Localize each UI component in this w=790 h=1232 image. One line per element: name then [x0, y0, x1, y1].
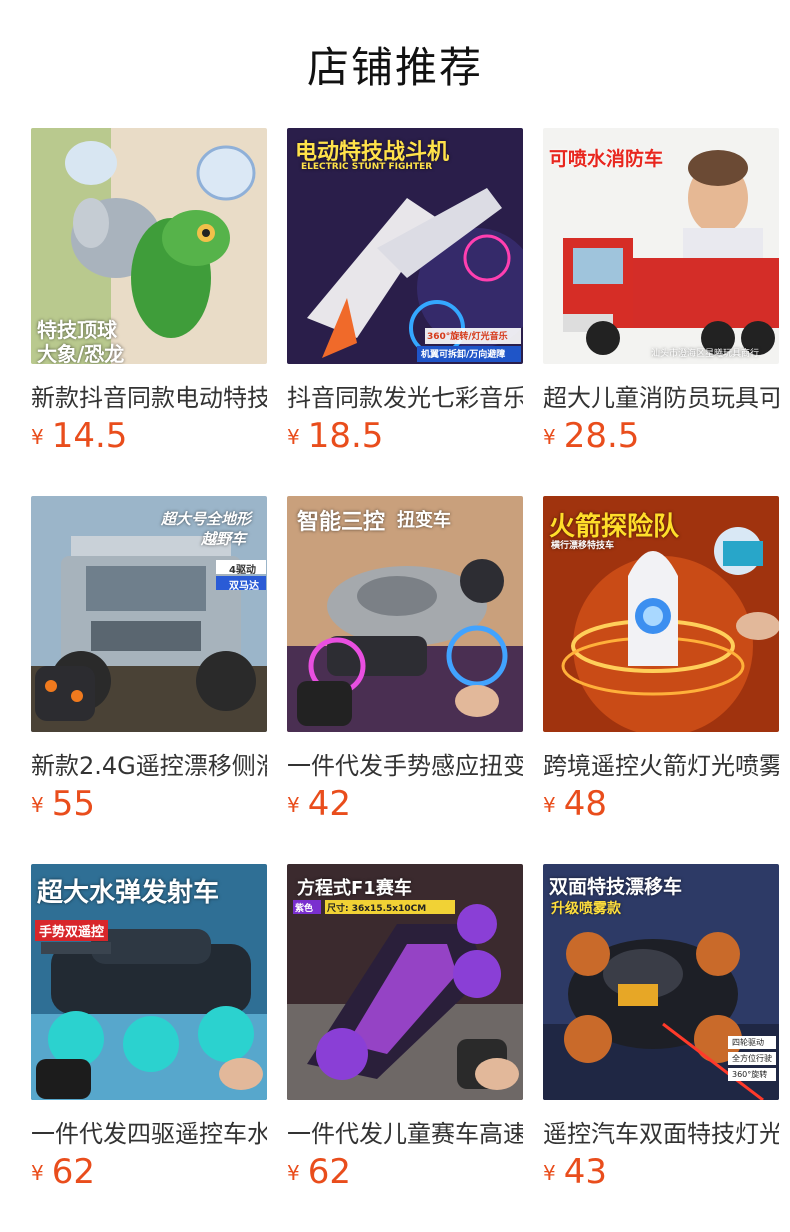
image-caption: 越野车	[201, 530, 247, 548]
product-price: ¥42	[287, 784, 351, 824]
image-caption: 手势双遥控	[35, 920, 109, 941]
product-card[interactable]: 电动特技战斗机 ELECTRIC STUNT FIGHTER 360°旋转/灯光…	[287, 128, 523, 456]
image-caption: 大象/恐龙	[37, 342, 125, 364]
product-price: ¥55	[31, 784, 95, 824]
product-card[interactable]: 超大水弹发射车 手势双遥控 一件代发四驱遥控车水弹发射 ¥62	[31, 864, 267, 1192]
price-value: 14.5	[51, 416, 128, 456]
currency-symbol: ¥	[543, 793, 556, 817]
currency-symbol: ¥	[543, 1161, 556, 1185]
currency-symbol: ¥	[31, 425, 44, 449]
product-card[interactable]: 特技顶球 大象/恐龙 新款抖音同款电动特技顶球大象恐龙 ¥14.5	[31, 128, 267, 456]
image-caption: 双面特技漂移车	[549, 876, 683, 898]
image-caption: 升级喷雾款	[551, 901, 621, 917]
product-card[interactable]: 智能三控 扭变车 一件代发手势感应扭变车遥控 ¥42	[287, 496, 523, 824]
currency-symbol: ¥	[287, 793, 300, 817]
image-caption: 方程式F1赛车	[297, 878, 412, 899]
image-caption: 可喷水消防车	[549, 148, 664, 170]
image-caption: 扭变车	[397, 510, 451, 531]
toy-f1-racer-image[interactable]: 方程式F1赛车 尺寸: 36x15.5x10CM 紫色	[287, 864, 523, 1100]
currency-symbol: ¥	[543, 425, 556, 449]
product-name[interactable]: 新款抖音同款电动特技顶球大象恐龙	[31, 378, 267, 413]
image-watermark: 汕头市澄海区星曦玩具商行	[651, 349, 760, 359]
toy-water-shooter-car-image[interactable]: 超大水弹发射车 手势双遥控	[31, 864, 267, 1100]
product-price: ¥62	[31, 1152, 95, 1192]
product-card[interactable]: 方程式F1赛车 尺寸: 36x15.5x10CM 紫色 一件代发儿童赛车高速遥控…	[287, 864, 523, 1192]
image-tag: 机翼可拆卸/万向避障	[421, 350, 506, 360]
toy-twist-car-image[interactable]: 智能三控 扭变车	[287, 496, 523, 732]
toy-fighter-jet-image[interactable]: 电动特技战斗机 ELECTRIC STUNT FIGHTER 360°旋转/灯光…	[287, 128, 523, 364]
product-card[interactable]: 双面特技漂移车 升级喷雾款 四轮驱动 全方位行驶 360°旋转 遥控汽车双面特技…	[543, 864, 779, 1192]
currency-symbol: ¥	[31, 1161, 44, 1185]
product-price: ¥14.5	[31, 416, 127, 456]
image-tag: 360°旋转/灯光音乐	[427, 332, 508, 342]
product-name[interactable]: 新款2.4G遥控漂移侧滑越野车	[31, 746, 267, 781]
image-tag: 四轮驱动	[732, 1038, 764, 1047]
toy-fire-truck-image[interactable]: 可喷水消防车 汕头市澄海区星曦玩具商行	[543, 128, 779, 364]
toy-rocket-car-image[interactable]: 火箭探险队 横行漂移特技车	[543, 496, 779, 732]
currency-symbol: ¥	[287, 425, 300, 449]
image-caption: ELECTRIC STUNT FIGHTER	[301, 162, 433, 172]
product-name[interactable]: 跨境遥控火箭灯光喷雾特技车	[543, 746, 779, 781]
product-name[interactable]: 一件代发儿童赛车高速遥控	[287, 1114, 523, 1149]
image-caption: 横行漂移特技车	[551, 541, 615, 551]
product-name[interactable]: 一件代发手势感应扭变车遥控	[287, 746, 523, 781]
product-price: ¥18.5	[287, 416, 383, 456]
product-name[interactable]: 遥控汽车双面特技灯光喷雾	[543, 1114, 779, 1149]
product-price: ¥48	[543, 784, 607, 824]
image-caption: 超大号全地形	[161, 510, 252, 528]
image-caption: 尺寸: 36x15.5x10CM	[327, 904, 427, 914]
currency-symbol: ¥	[31, 793, 44, 817]
toy-double-sided-car-image[interactable]: 双面特技漂移车 升级喷雾款 四轮驱动 全方位行驶 360°旋转	[543, 864, 779, 1100]
product-price: ¥62	[287, 1152, 351, 1192]
price-value: 42	[307, 784, 351, 824]
image-caption: 智能三控	[297, 510, 386, 535]
price-value: 28.5	[563, 416, 640, 456]
image-caption: 超大水弹发射车	[37, 878, 220, 908]
product-name[interactable]: 超大儿童消防员玩具可喷水消防车	[543, 378, 779, 413]
image-tag: 全方位行驶	[732, 1054, 772, 1063]
image-tag: 4驱动	[229, 565, 256, 576]
price-value: 55	[51, 784, 95, 824]
product-card[interactable]: 火箭探险队 横行漂移特技车 跨境遥控火箭灯光喷雾特技车 ¥48	[543, 496, 779, 824]
toy-elephant-dino-image[interactable]: 特技顶球 大象/恐龙	[31, 128, 267, 364]
price-value: 62	[51, 1152, 95, 1192]
product-card[interactable]: 可喷水消防车 汕头市澄海区星曦玩具商行 超大儿童消防员玩具可喷水消防车 ¥28.…	[543, 128, 779, 456]
price-value: 18.5	[307, 416, 384, 456]
product-name[interactable]: 一件代发四驱遥控车水弹发射	[31, 1114, 267, 1149]
product-grid: 特技顶球 大象/恐龙 新款抖音同款电动特技顶球大象恐龙 ¥14.5 电动特技战斗…	[31, 128, 779, 1192]
price-value: 43	[563, 1152, 607, 1192]
toy-offroad-car-image[interactable]: 超大号全地形 越野车 4驱动 双马达	[31, 496, 267, 732]
image-tag: 紫色	[295, 904, 314, 914]
price-value: 48	[563, 784, 607, 824]
price-value: 62	[307, 1152, 351, 1192]
product-price: ¥43	[543, 1152, 607, 1192]
product-card[interactable]: 超大号全地形 越野车 4驱动 双马达 新款2.4G遥控漂移侧滑越野车 ¥55	[31, 496, 267, 824]
page-title: 店铺推荐	[306, 43, 483, 92]
image-tag: 双马达	[229, 581, 259, 592]
image-tag: 360°旋转	[732, 1070, 768, 1079]
product-name[interactable]: 抖音同款发光七彩音乐电动特技战斗机	[287, 378, 523, 413]
currency-symbol: ¥	[287, 1161, 300, 1185]
product-price: ¥28.5	[543, 416, 639, 456]
